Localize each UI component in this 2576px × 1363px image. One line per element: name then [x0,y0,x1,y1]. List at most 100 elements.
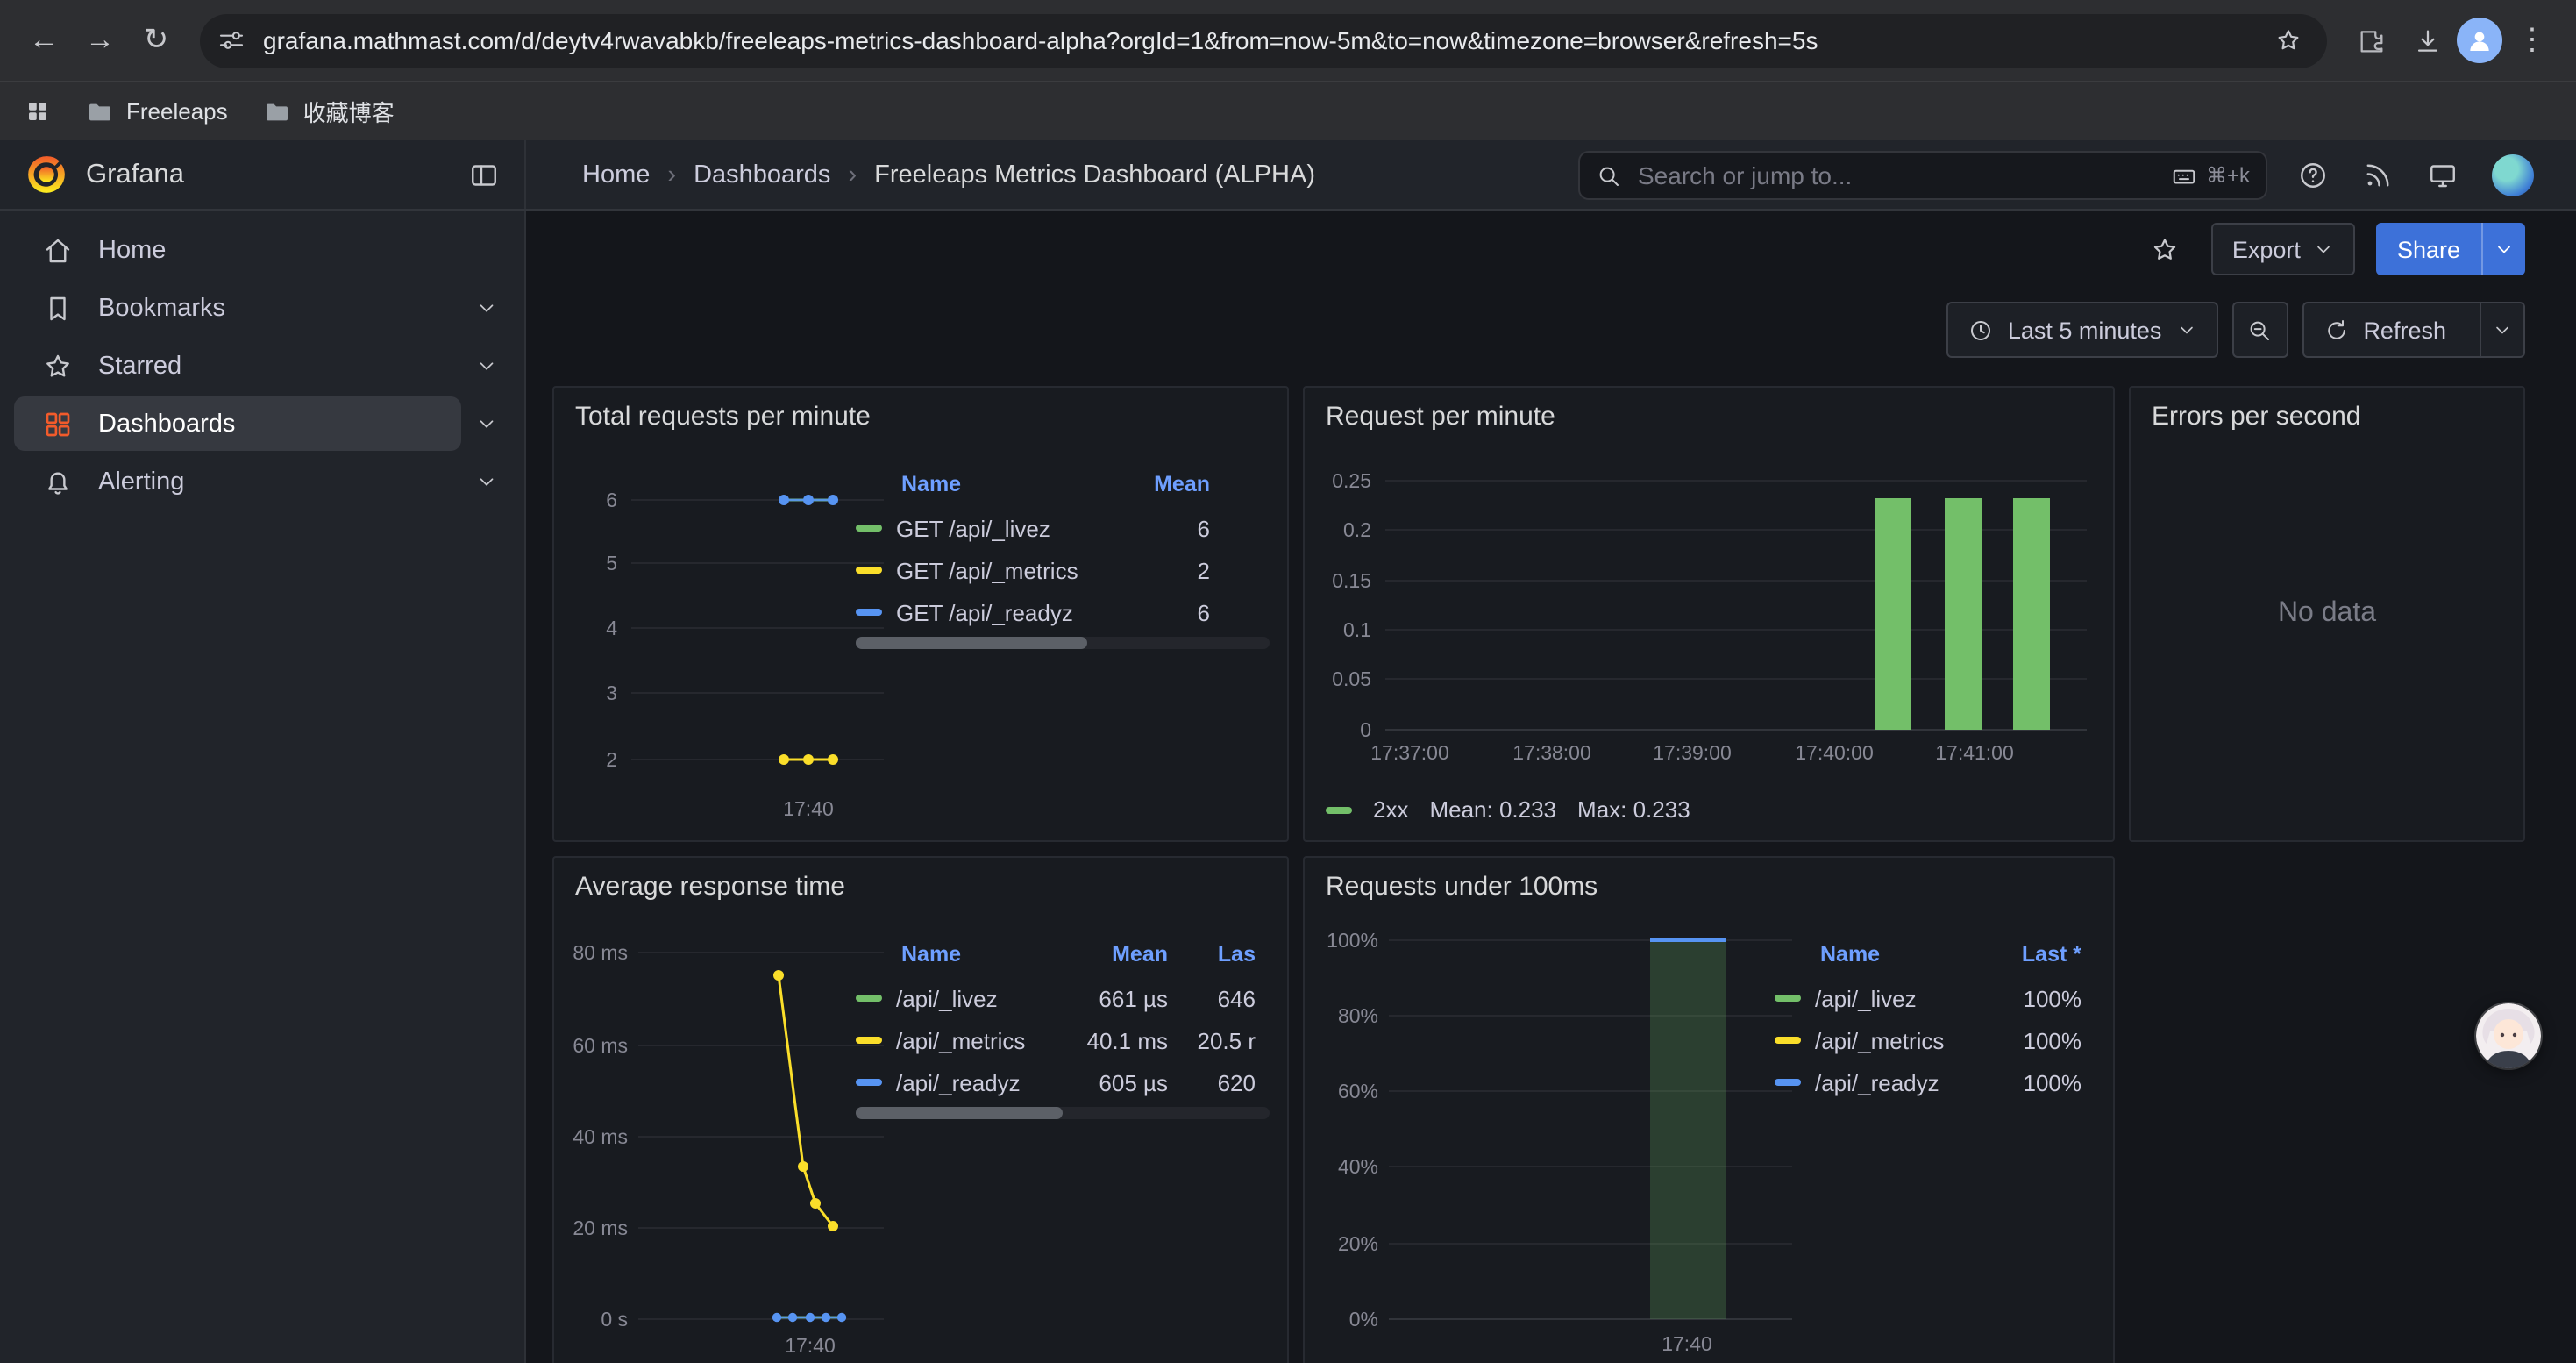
series-label[interactable]: GET /api/_livez [896,515,1050,541]
bookmark-folder-blogs[interactable]: 收藏博客 [263,95,395,128]
series-label[interactable]: /api/_readyz [896,1069,1021,1095]
search-input[interactable] [1634,160,2159,191]
share-label[interactable]: Share [2376,223,2481,275]
series-label[interactable]: /api/_livez [896,985,998,1011]
share-button[interactable]: Share [2376,223,2525,275]
legend-col-name[interactable]: Name [1775,942,1987,967]
panel-title[interactable]: Total requests per minute [575,402,871,432]
legend-row[interactable]: /api/_readyz 100% [1775,1061,2092,1103]
breadcrumb-separator: › [667,161,676,189]
sidebar-link-bookmarks[interactable]: Bookmarks [14,281,461,335]
zoom-out-icon [2246,317,2273,343]
refresh-main[interactable]: Refresh [2303,303,2466,356]
breadcrumb-dashboards[interactable]: Dashboards [694,161,830,189]
help-icon[interactable] [2297,160,2329,191]
apps-grid-icon[interactable] [25,98,51,125]
rss-icon[interactable] [2362,160,2394,191]
legend-scrollbar[interactable] [856,1107,1270,1119]
sidebar-link-home[interactable]: Home [14,223,461,277]
reload-icon[interactable]: ↻ [130,14,182,67]
legend-row[interactable]: /api/_livez 661 µs 646 [856,977,1270,1019]
chevron-down-icon[interactable] [461,296,510,319]
grafana-logo[interactable] [25,153,68,196]
chevron-down-icon[interactable] [461,354,510,377]
legend-row[interactable]: GET /api/_readyz 6 [856,591,1270,633]
legend-header[interactable]: Name Mean Las [856,931,1270,977]
collapse-sidebar-icon[interactable] [468,159,500,190]
chevron-down-icon[interactable] [461,412,510,435]
search-shortcut-label: ⌘+k [2206,163,2250,188]
export-button[interactable]: Export [2211,223,2355,275]
back-icon[interactable]: ← [18,14,70,67]
legend-col-name[interactable]: Name [856,942,1070,967]
sidebar-item-label: Bookmarks [98,294,225,322]
series-label[interactable]: /api/_livez [1815,985,1917,1011]
sidebar-item-dashboards[interactable]: Dashboards [0,395,524,453]
sidebar-link-alerting[interactable]: Alerting [14,454,461,509]
legend-row[interactable]: /api/_livez 100% [1775,977,2092,1019]
legend-row[interactable]: /api/_readyz 605 µs 620 [856,1061,1270,1103]
bookmark-star-icon[interactable] [2267,19,2309,61]
floating-avatar[interactable] [2476,1003,2541,1068]
download-icon[interactable] [2401,14,2453,67]
share-caret[interactable] [2481,223,2525,275]
url-input[interactable] [260,25,2253,56]
breadcrumb-home[interactable]: Home [582,161,650,189]
series-label[interactable]: GET /api/_readyz [896,599,1073,625]
favorite-star-icon[interactable] [2141,225,2190,274]
series-label[interactable]: /api/_metrics [1815,1027,1944,1053]
chevron-down-icon [2313,239,2334,260]
monitor-icon[interactable] [2427,160,2459,191]
chevron-down-icon[interactable] [461,470,510,493]
series-label[interactable]: 2xx [1373,796,1408,823]
forward-icon[interactable]: → [74,14,126,67]
legend-header[interactable]: Name Mean [856,461,1270,507]
legend-row[interactable]: GET /api/_metrics 2 [856,549,1270,591]
series-label[interactable]: GET /api/_metrics [896,557,1078,583]
bookmark-folder-freeleaps[interactable]: Freeleaps [86,97,228,125]
series-color [856,609,882,616]
svg-text:5: 5 [606,552,617,574]
series-label[interactable]: /api/_metrics [896,1027,1025,1053]
series-last: 20.5 r [1168,1027,1256,1053]
sidebar-link-starred[interactable]: Starred [14,339,461,393]
zoom-out-button[interactable] [2231,302,2288,358]
scrollbar-thumb[interactable] [856,637,1087,649]
legend-header[interactable]: Name Last * [1775,931,2092,977]
dashboards-icon [42,408,74,439]
search-icon [1596,162,1622,189]
sidebar-item-alerting[interactable]: Alerting [0,453,524,510]
legend-row[interactable]: /api/_metrics 40.1 ms 20.5 r [856,1019,1270,1061]
time-range-picker[interactable]: Last 5 minutes [1946,302,2218,358]
refresh-button[interactable]: Refresh [2302,302,2525,358]
refresh-interval-caret[interactable] [2480,303,2523,356]
legend-col-name[interactable]: Name [856,472,1105,496]
legend-scrollbar[interactable] [856,637,1270,649]
series-mean: 661 µs [1070,985,1168,1011]
profile-avatar[interactable] [2457,18,2502,63]
folder-icon [86,97,114,125]
scrollbar-thumb[interactable] [856,1107,1063,1119]
legend-col-mean[interactable]: Mean [1105,472,1210,496]
chevron-down-icon [2175,319,2196,340]
user-avatar[interactable] [2492,154,2534,196]
legend-col-mean[interactable]: Mean [1070,942,1168,967]
menu-icon[interactable]: ⋮ [2506,14,2558,67]
sidebar-link-dashboards[interactable]: Dashboards [14,396,461,451]
series-mean: 605 µs [1070,1069,1168,1095]
panel-title[interactable]: Request per minute [1326,402,1555,432]
legend-col-last[interactable]: Last * [1987,942,2081,967]
panel-title[interactable]: Average response time [575,872,845,902]
site-info-icon[interactable] [217,26,246,54]
sidebar-item-home[interactable]: Home [0,221,524,279]
legend-col-last[interactable]: Las [1168,942,1256,967]
series-label[interactable]: /api/_readyz [1815,1069,1939,1095]
extensions-icon[interactable] [2345,14,2397,67]
sidebar-item-bookmarks[interactable]: Bookmarks [0,279,524,337]
search-box[interactable]: ⌘+k [1578,151,2267,200]
legend-row[interactable]: /api/_metrics 100% [1775,1019,2092,1061]
legend-row[interactable]: GET /api/_livez 6 [856,507,1270,549]
panel-title[interactable]: Requests under 100ms [1326,872,1598,902]
sidebar-item-starred[interactable]: Starred [0,337,524,395]
omnibox[interactable] [200,13,2327,68]
